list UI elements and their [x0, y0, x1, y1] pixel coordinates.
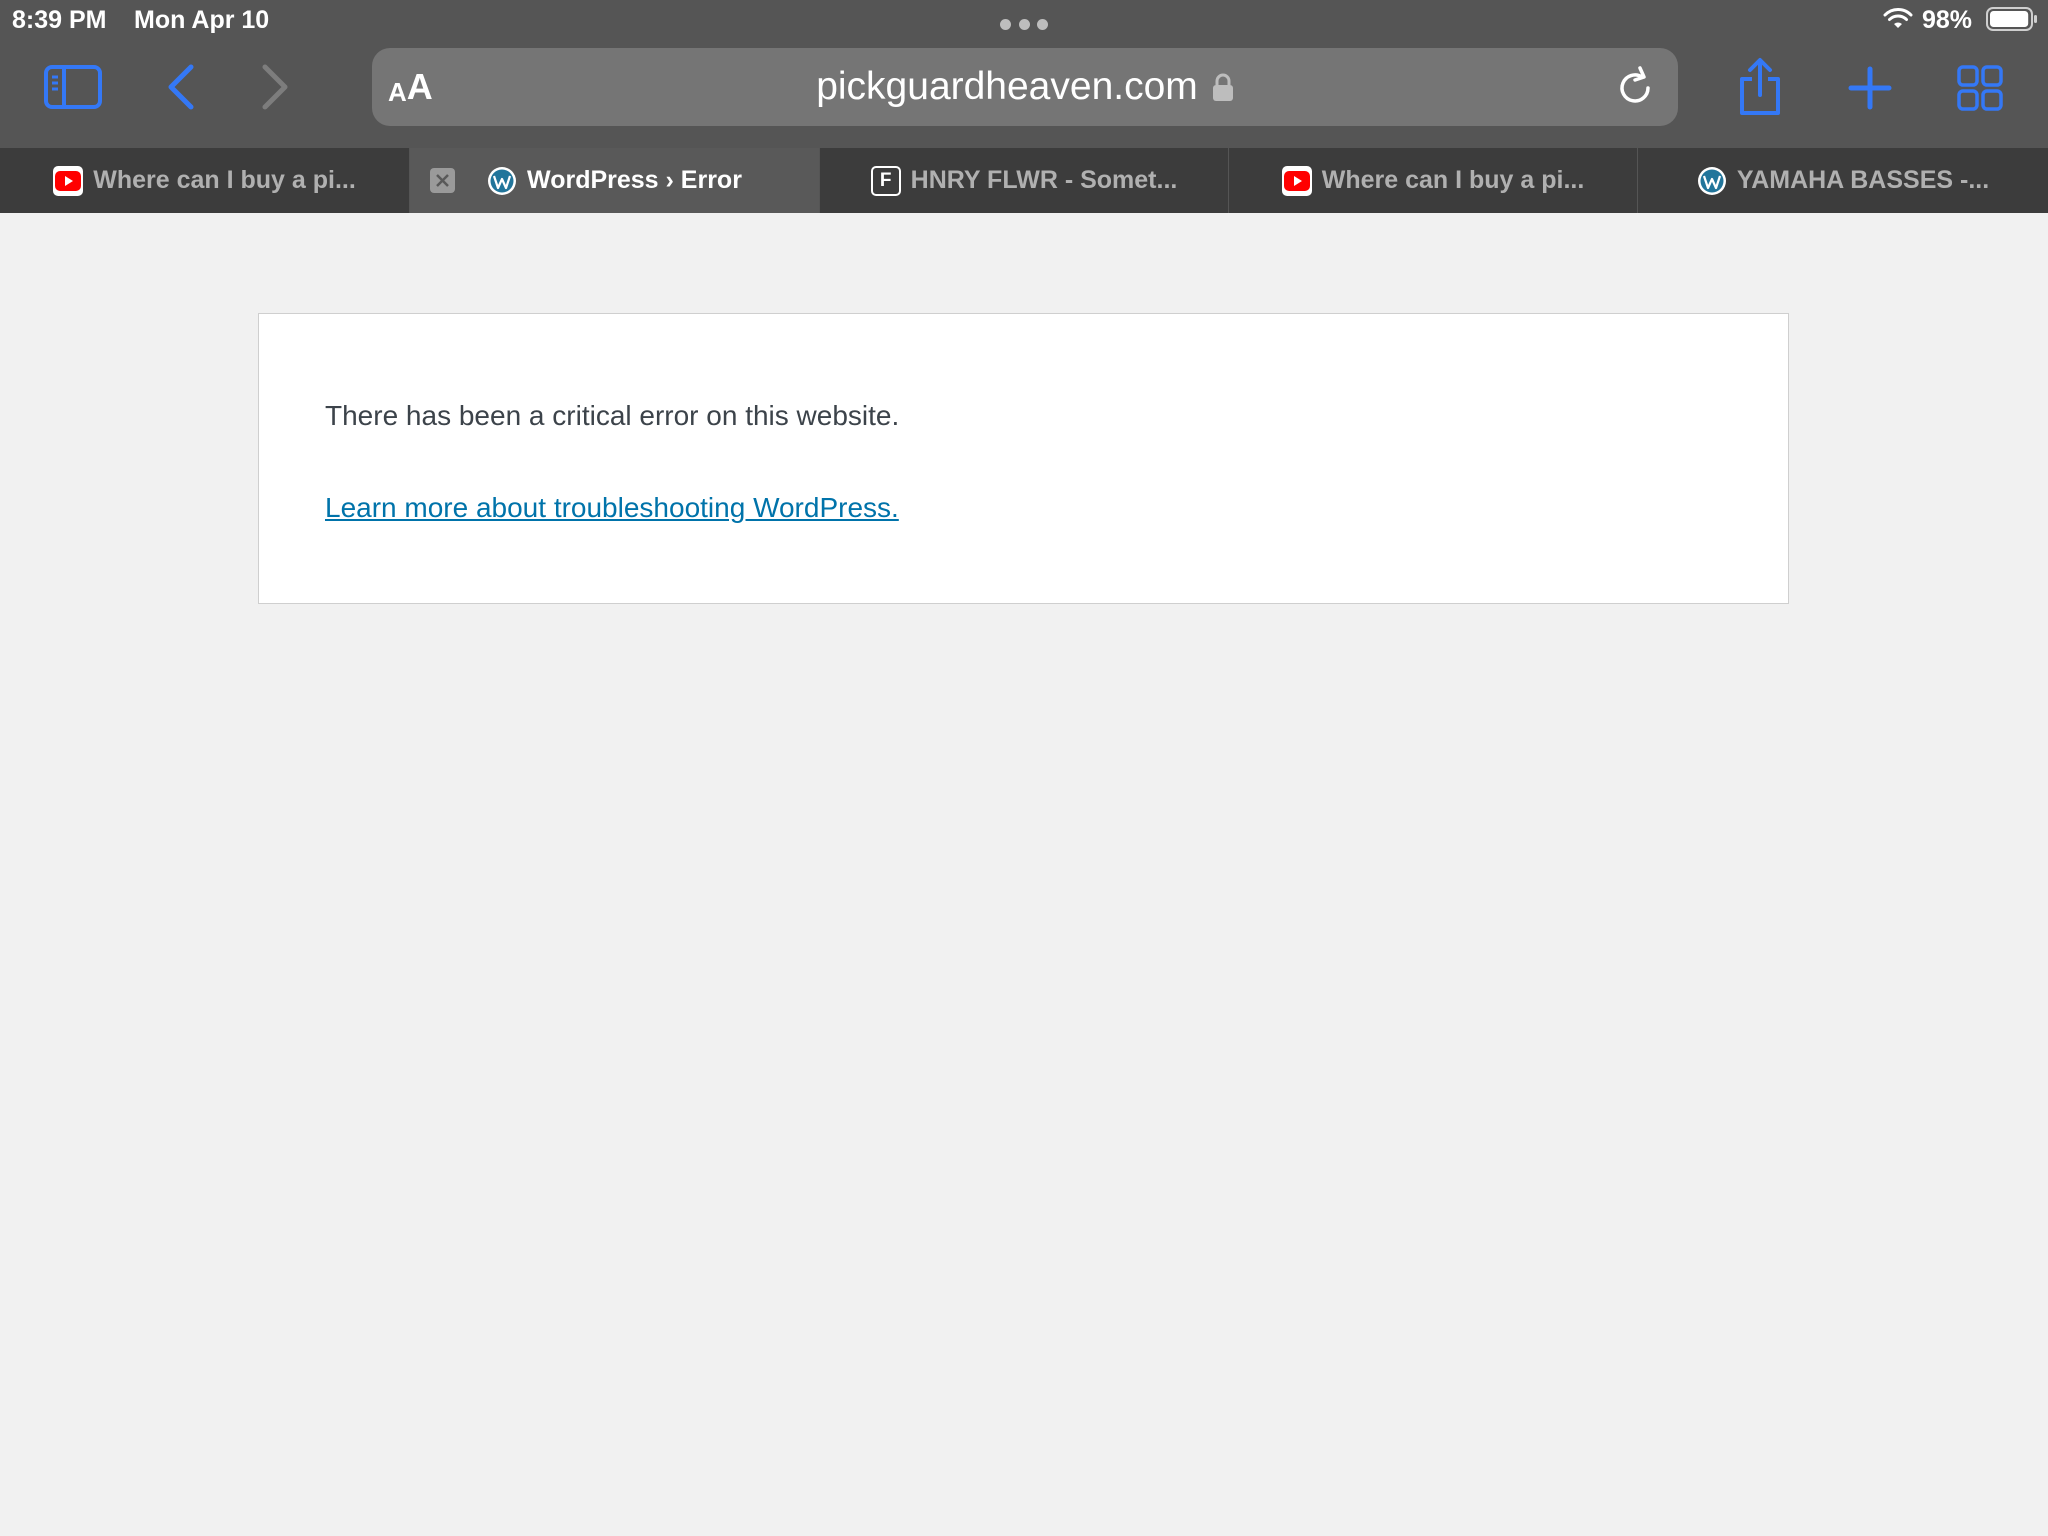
- reload-icon[interactable]: [1612, 64, 1658, 110]
- forward-button[interactable]: [252, 60, 300, 114]
- tab-youtube-pickguard-1[interactable]: Where can I buy a pi...: [0, 148, 410, 213]
- tab-title: Where can I buy a pi...: [1321, 166, 1585, 194]
- error-card: There has been a critical error on this …: [258, 313, 1789, 604]
- lock-icon: [1212, 73, 1233, 101]
- tab-yamaha-basses[interactable]: YAMAHA BASSES -...: [1638, 148, 2048, 213]
- url-text: pickguardheaven.com: [816, 65, 1198, 108]
- tab-overview-button[interactable]: [1950, 60, 2010, 116]
- back-button[interactable]: [156, 60, 204, 114]
- tab-title: HNRY FLWR - Somet...: [910, 166, 1178, 194]
- letter-f-icon: F: [870, 165, 901, 196]
- troubleshooting-link[interactable]: Learn more about troubleshooting WordPre…: [325, 490, 899, 526]
- sidebar-button[interactable]: [40, 62, 106, 112]
- tab-youtube-pickguard-2[interactable]: Where can I buy a pi...: [1229, 148, 1638, 213]
- wordpress-icon: [1697, 166, 1726, 195]
- tab-hnry-flwr[interactable]: F HNRY FLWR - Somet...: [820, 148, 1229, 213]
- error-message: There has been a critical error on this …: [325, 400, 900, 431]
- battery-percentage: 98%: [1922, 6, 1973, 34]
- forward-icon: [262, 64, 288, 110]
- status-time: 8:39 PM: [12, 6, 107, 34]
- tab-title: YAMAHA BASSES -...: [1736, 166, 1990, 194]
- wordpress-icon: [488, 166, 517, 195]
- tab-title: WordPress › Error: [527, 166, 742, 194]
- tab-strip: Where can I buy a pi... WordPress › Erro…: [0, 148, 2048, 213]
- multitasking-dots-icon[interactable]: [1000, 17, 1048, 31]
- url-field[interactable]: pickguardheaven.com: [372, 48, 1678, 126]
- sidebar-icon: [44, 65, 102, 109]
- wifi-icon: [1883, 8, 1913, 28]
- page-content: There has been a critical error on this …: [0, 213, 2048, 1536]
- youtube-icon: [1281, 165, 1312, 196]
- back-icon: [168, 64, 194, 110]
- plus-icon: [1848, 66, 1892, 110]
- battery-icon: [1986, 7, 2037, 31]
- tab-title: Where can I buy a pi...: [93, 166, 356, 194]
- close-tab-icon[interactable]: [430, 168, 455, 193]
- address-bar[interactable]: AA pickguardheaven.com: [372, 48, 1678, 126]
- new-tab-button[interactable]: [1842, 60, 1898, 116]
- youtube-icon: [53, 165, 84, 196]
- tab-wordpress-error[interactable]: WordPress › Error: [410, 148, 820, 213]
- tab-grid-icon: [1957, 65, 2003, 111]
- browser-toolbar: 8:39 PM Mon Apr 10 98% AA pickguardheave…: [0, 0, 2048, 148]
- status-date: Mon Apr 10: [134, 6, 270, 34]
- share-button[interactable]: [1730, 52, 1790, 122]
- share-icon: [1740, 58, 1780, 115]
